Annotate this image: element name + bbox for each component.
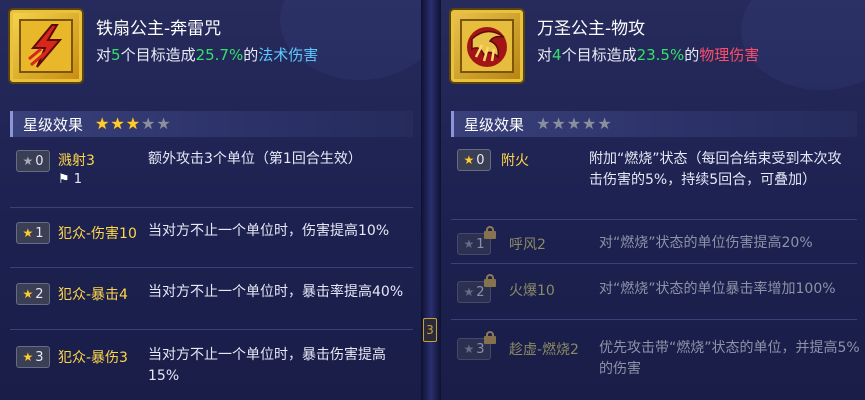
star-icon: ★ bbox=[463, 285, 475, 299]
skill-name: 铁扇公主-奔雷咒 bbox=[96, 19, 222, 39]
star-level-badge: ★ 0 bbox=[16, 150, 50, 172]
right-skill-panel: 万圣公主-物攻 对4个目标造成23.5%的物理伤害 星级效果 ★ ★ ★ ★ ★ ★ 0 … bbox=[441, 0, 865, 400]
effect-flag: ⚑ 1 bbox=[58, 172, 83, 187]
effect-description: 附加“燃烧”状态（每回合结束受到本次攻击伤害的5%，持续5回合，可叠加） bbox=[589, 151, 842, 188]
effect-name: 溅射3 bbox=[58, 153, 95, 169]
damage-percent: 25.7% bbox=[195, 46, 244, 64]
lock-icon bbox=[484, 331, 496, 344]
target-count: 4 bbox=[552, 46, 562, 64]
lightning-bolt-icon[interactable] bbox=[10, 10, 82, 82]
star-icon: ★ bbox=[22, 226, 34, 240]
effect-row[interactable]: ★ 0 溅射3 ⚑ 1 额外攻击3个单位（第1回合生效） bbox=[10, 141, 413, 208]
star-icon: ★ bbox=[22, 350, 34, 364]
star-icon-filled: ★ bbox=[95, 114, 110, 133]
star-icon-empty: ★ bbox=[536, 114, 551, 133]
effect-row[interactable]: ★ 0 附火 附加“燃烧”状态（每回合结束受到本次攻击伤害的5%，持续5回合，可叠… bbox=[451, 141, 857, 220]
skill-header: 万圣公主-物攻 对4个目标造成23.5%的物理伤害 bbox=[451, 10, 857, 88]
star-level-badge: ★ 3 bbox=[457, 331, 496, 360]
star-rating: ★ ★ ★ ★ ★ bbox=[95, 116, 171, 132]
star-level-badge: ★ 3 bbox=[16, 346, 50, 368]
star-effect-title: 星级效果 bbox=[464, 115, 525, 134]
star-icon-empty: ★ bbox=[566, 114, 582, 133]
star-icon: ★ bbox=[463, 342, 475, 356]
effect-row[interactable]: ★ 3 犯众-暴伤3 当对方不止一个单位时，暴击伤害提高15% bbox=[10, 330, 413, 392]
star-icon: ★ bbox=[463, 237, 475, 251]
star-effect-header: 星级效果 ★ ★ ★ ★ ★ bbox=[451, 111, 857, 137]
star-level-badge: ★ 0 bbox=[457, 149, 491, 171]
star-icon-empty: ★ bbox=[141, 114, 156, 133]
star-level-badge: ★ 2 bbox=[16, 283, 50, 305]
effect-description: 额外攻击3个单位（第1回合生效） bbox=[148, 151, 362, 167]
star-icon-empty: ★ bbox=[551, 114, 566, 133]
effect-description: 对“燃烧”状态的单位暴击率增加100% bbox=[599, 281, 836, 297]
target-count: 5 bbox=[111, 46, 121, 64]
fire-claw-icon[interactable] bbox=[451, 10, 523, 82]
effect-description: 对“燃烧”状态的单位伤害提高20% bbox=[599, 235, 813, 251]
skill-header: 铁扇公主-奔雷咒 对5个目标造成25.7%的法术伤害 bbox=[10, 10, 413, 88]
star-icon-empty: ★ bbox=[597, 114, 612, 133]
star-level-badge: ★ 1 bbox=[457, 226, 496, 255]
skill-description: 对4个目标造成23.5%的物理伤害 bbox=[537, 46, 760, 64]
star-icon-empty: ★ bbox=[582, 114, 597, 133]
damage-type: 法术伤害 bbox=[258, 46, 319, 64]
effect-name: 犯众-暴伤3 bbox=[58, 350, 128, 366]
effect-name: 趁虚-燃烧2 bbox=[509, 342, 579, 358]
damage-type: 物理伤害 bbox=[699, 46, 760, 64]
effect-description: 优先攻击带“燃烧”状态的单位，并提高5%的伤害 bbox=[599, 340, 860, 377]
star-icon-filled: ★ bbox=[110, 114, 125, 133]
effect-list: ★ 0 溅射3 ⚑ 1 额外攻击3个单位（第1回合生效） ★ 1 犯众-伤害10 当… bbox=[10, 141, 413, 392]
star-level-badge: ★ 2 bbox=[457, 274, 496, 303]
effect-description: 当对方不止一个单位时，伤害提高10% bbox=[148, 223, 390, 239]
left-skill-panel: 铁扇公主-奔雷咒 对5个目标造成25.7%的法术伤害 星级效果 ★ ★ ★ ★ ★ ★ 0… bbox=[0, 0, 421, 400]
star-icon: ★ bbox=[22, 287, 34, 301]
effect-description: 当对方不止一个单位时，暴击伤害提高15% bbox=[148, 347, 386, 384]
effect-row[interactable]: ★ 3 趁虚-燃烧2 优先攻击带“燃烧”状态的单位，并提高5%的伤害 bbox=[451, 320, 860, 380]
star-level-badge: ★ 1 bbox=[16, 222, 50, 244]
skill-description: 对5个目标造成25.7%的法术伤害 bbox=[96, 46, 319, 64]
star-effect-header: 星级效果 ★ ★ ★ ★ ★ bbox=[10, 111, 413, 137]
panel-divider: 3 bbox=[421, 0, 441, 400]
effect-name: 犯众-伤害10 bbox=[58, 226, 137, 242]
effect-row[interactable]: ★ 1 犯众-伤害10 当对方不止一个单位时，伤害提高10% bbox=[10, 208, 413, 268]
effect-name: 犯众-暴击4 bbox=[58, 287, 128, 303]
star-icon-filled: ★ bbox=[125, 114, 141, 133]
effect-row[interactable]: ★ 1 呼风2 对“燃烧”状态的单位伤害提高20% bbox=[451, 220, 857, 264]
divider-glyph: 3 bbox=[423, 318, 437, 342]
star-icon: ★ bbox=[463, 153, 475, 167]
effect-name: 附火 bbox=[501, 153, 529, 169]
lock-icon bbox=[484, 274, 496, 287]
damage-percent: 23.5% bbox=[636, 46, 685, 64]
skill-name: 万圣公主-物攻 bbox=[537, 19, 646, 39]
effect-list: ★ 0 附火 附加“燃烧”状态（每回合结束受到本次攻击伤害的5%，持续5回合，可叠… bbox=[451, 141, 860, 380]
effect-name: 火爆10 bbox=[509, 283, 555, 299]
star-rating: ★ ★ ★ ★ ★ bbox=[536, 116, 612, 132]
flag-icon: ⚑ bbox=[58, 172, 70, 187]
star-icon: ★ bbox=[22, 154, 34, 168]
effect-description: 当对方不止一个单位时，暴击率提高40% bbox=[148, 284, 404, 300]
effect-name: 呼风2 bbox=[509, 237, 546, 253]
star-effect-title: 星级效果 bbox=[23, 115, 84, 134]
star-icon-empty: ★ bbox=[156, 114, 171, 133]
lock-icon bbox=[484, 226, 496, 239]
effect-row[interactable]: ★ 2 火爆10 对“燃烧”状态的单位暴击率增加100% bbox=[451, 264, 857, 320]
effect-row[interactable]: ★ 2 犯众-暴击4 当对方不止一个单位时，暴击率提高40% bbox=[10, 268, 413, 330]
